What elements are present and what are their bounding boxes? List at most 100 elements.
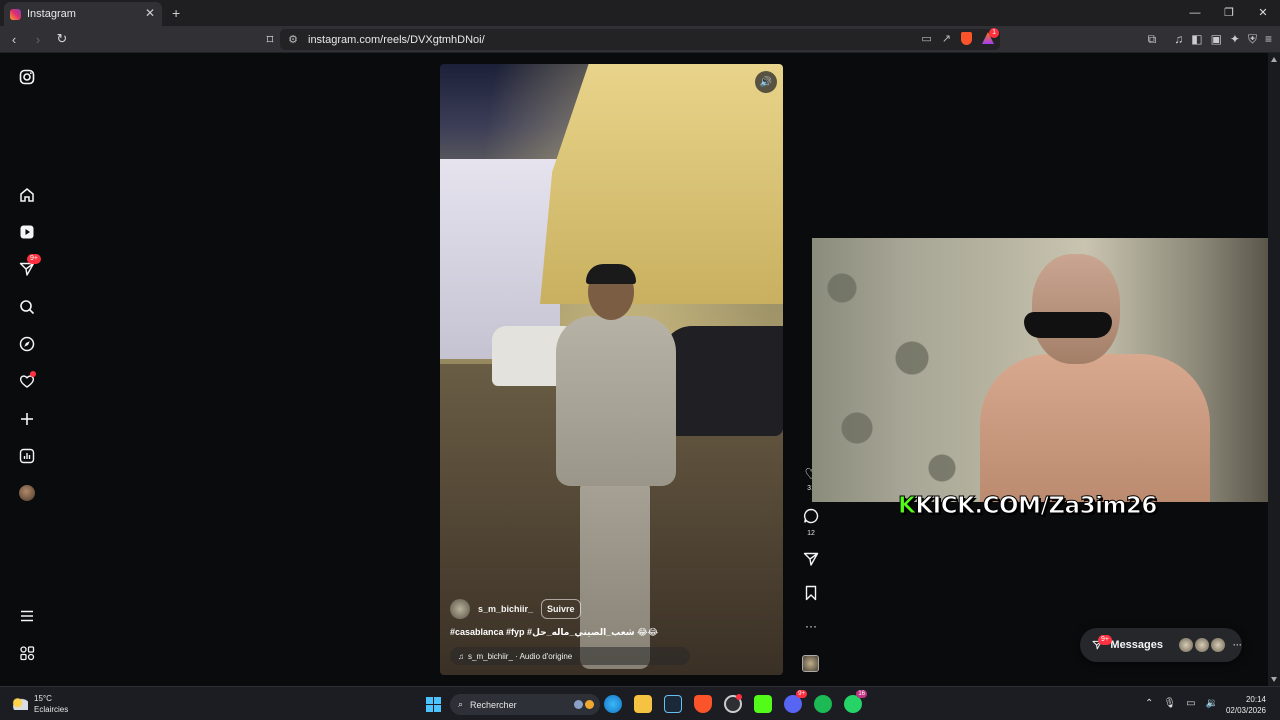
weather-condition: Eclaircies — [34, 705, 69, 714]
author-username[interactable]: s_m_bichiir_ — [478, 604, 533, 614]
tab-instagram[interactable]: Instagram ✕ — [4, 2, 162, 26]
sidebar-toggle-icon[interactable]: ◧ — [1191, 32, 1202, 47]
also-from-meta-icon[interactable] — [17, 643, 37, 663]
clock-date: 02/03/2026 — [1225, 706, 1266, 715]
reel-info: s_m_bichiir_ Suivre #casablanca #fyp #شع… — [450, 599, 770, 665]
save-button[interactable] — [800, 585, 822, 605]
whatsapp-badge: 16 — [856, 690, 867, 698]
scroll-up-icon[interactable] — [1271, 57, 1277, 62]
forward-icon[interactable]: › — [28, 32, 48, 47]
picture-in-picture-icon[interactable]: ⧉ — [1148, 32, 1157, 47]
taskbar-search[interactable]: ⌕ Rechercher — [450, 694, 600, 715]
kick-channel-url: KKICK.COM/Za3im26 — [897, 493, 1157, 520]
close-window-icon[interactable]: ✕ — [1246, 0, 1280, 26]
reload-icon[interactable]: ↻ — [52, 31, 72, 47]
media-icon[interactable]: ♫ — [1174, 32, 1183, 47]
profile-avatar[interactable] — [17, 483, 37, 503]
tab-title: Instagram — [27, 8, 76, 20]
send-icon — [803, 552, 819, 566]
brave-icon[interactable] — [694, 695, 712, 713]
webcam-streamer — [980, 254, 1210, 502]
reel-video[interactable]: 🔊 s_m_bichiir_ Suivre #casablanca #fyp #… — [440, 64, 783, 675]
bookmark-icon[interactable]: ⌑ — [260, 32, 280, 48]
messages-label: Messages — [1110, 639, 1163, 651]
audio-thumbnail[interactable] — [802, 655, 819, 672]
reel-caption[interactable]: #casablanca #fyp #شعب_الصيني_ماله_حل 😂😂 — [450, 627, 770, 638]
vpn-icon[interactable]: ⛨ — [1248, 32, 1257, 47]
instagram-sidebar: 9+ — [0, 53, 54, 686]
leo-ai-icon[interactable]: ✦ — [1230, 32, 1240, 47]
restore-icon[interactable]: ❐ — [1212, 0, 1246, 26]
wallet-icon[interactable]: ▣ — [1211, 32, 1222, 47]
taskbar-clock[interactable]: 20:14 02/03/2026 — [1226, 694, 1266, 716]
messages-avatars — [1179, 638, 1225, 652]
brave-shields-icon[interactable] — [961, 32, 972, 45]
messages-pill[interactable]: Messages ··· — [1080, 628, 1242, 662]
direct-messages-icon[interactable]: 9+ — [17, 254, 41, 279]
clock-time: 20:14 — [1245, 695, 1266, 704]
comment-icon — [803, 508, 819, 524]
obs-icon[interactable] — [724, 694, 742, 713]
url-bar[interactable]: ⚙ instagram.com/reels/DVXgtmhDNoi/ ▭ ↗ 1 — [280, 28, 1000, 50]
site-info-icon[interactable]: ⚙ — [284, 33, 302, 46]
show-hidden-icons-icon[interactable]: ⌃ — [1145, 698, 1153, 709]
back-icon[interactable]: ‹ — [4, 32, 24, 47]
display-icon[interactable]: ▭ — [1186, 698, 1195, 709]
share-icon[interactable]: ↗ — [942, 32, 951, 47]
weather-widget[interactable]: 15°C Eclaircies — [12, 693, 68, 715]
new-tab-icon[interactable]: + — [172, 5, 180, 21]
more-menu-icon[interactable] — [17, 606, 37, 626]
edge-icon[interactable] — [604, 695, 622, 713]
speaker-icon[interactable]: 🔉 — [1206, 698, 1218, 709]
instagram-logo-icon[interactable] — [17, 67, 37, 87]
home-icon[interactable] — [17, 185, 37, 205]
file-explorer-icon[interactable] — [634, 695, 652, 713]
discord-badge: 9+ — [796, 690, 807, 698]
more-options-icon[interactable]: ··· — [800, 619, 822, 633]
brave-rewards-button[interactable]: 1 — [982, 28, 999, 47]
scroll-down-icon[interactable] — [1271, 677, 1277, 682]
steam-icon[interactable] — [664, 695, 682, 713]
page-scrollbar[interactable] — [1268, 53, 1280, 686]
comment-button[interactable]: 12 — [800, 508, 822, 537]
author-avatar[interactable] — [450, 599, 470, 619]
instagram-page: 9+ 🔊 s_m_bichiir_ Suivre #casablanca #fy… — [0, 53, 1268, 686]
microphone-icon[interactable]: 🎙 — [1163, 698, 1176, 709]
share-button[interactable] — [800, 551, 822, 571]
system-tray: ⌃ 🎙 ▭ 🔉 — [1145, 698, 1218, 709]
explore-icon[interactable] — [17, 334, 37, 354]
notifications-heart-icon[interactable] — [17, 371, 37, 391]
profile-avatar-image — [19, 485, 35, 501]
follow-button[interactable]: Suivre — [541, 599, 581, 619]
windows-taskbar: 15°C Eclaircies ⌕ Rechercher 9+ 16 ⌃ 🎙 ▭ — [0, 686, 1280, 720]
instagram-favicon-icon — [10, 8, 21, 20]
video-scene-dark-car — [662, 326, 783, 436]
create-icon[interactable] — [17, 409, 37, 429]
search-icon[interactable] — [17, 297, 37, 317]
minimize-icon[interactable]: — — [1178, 0, 1212, 26]
webcam-wall — [812, 238, 982, 502]
cast-icon[interactable]: ▭ — [921, 32, 931, 47]
reel-audio-link[interactable]: ♫ s_m_bichiir_ · Audio d'origine — [450, 647, 690, 665]
messages-pill-badge: 9+ — [1098, 635, 1112, 645]
partly-cloudy-icon — [12, 698, 28, 710]
rewards-badge: 1 — [989, 28, 999, 38]
browser-toolbar-right: ⧉ ♫ ◧ ▣ ✦ ⛨ ≡ — [1148, 32, 1272, 47]
taskbar-apps: 9+ 16 — [604, 690, 867, 713]
message-avatar — [1195, 638, 1209, 652]
menu-icon[interactable]: ≡ — [1265, 32, 1272, 47]
spotify-icon[interactable] — [814, 695, 832, 713]
music-note-icon: ♫ — [458, 651, 464, 661]
volume-icon[interactable]: 🔊 — [755, 71, 777, 93]
webcam-overlay — [812, 238, 1268, 502]
dashboard-icon[interactable] — [17, 446, 37, 466]
url-text: instagram.com/reels/DVXgtmhDNoi/ — [308, 33, 485, 46]
message-avatar — [1211, 638, 1225, 652]
reel-author-row: s_m_bichiir_ Suivre — [450, 599, 770, 619]
kick-app-icon[interactable] — [754, 695, 772, 713]
windows-start-icon[interactable] — [426, 697, 441, 712]
whatsapp-icon[interactable]: 16 — [844, 690, 867, 713]
discord-icon[interactable]: 9+ — [784, 690, 807, 713]
close-tab-icon[interactable]: ✕ — [145, 6, 155, 20]
reels-icon[interactable] — [17, 222, 37, 242]
